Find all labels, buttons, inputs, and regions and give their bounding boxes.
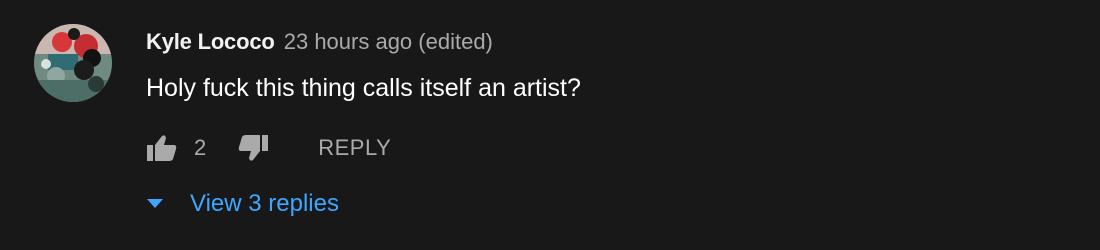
thumbs-down-icon[interactable]	[237, 132, 269, 164]
comment-thread: Kyle Lococo 23 hours ago (edited) Holy f…	[0, 0, 1100, 250]
avatar-image	[34, 24, 112, 102]
avatar[interactable]	[34, 24, 112, 102]
reply-button[interactable]: REPLY	[318, 135, 391, 161]
comment-body: Kyle Lococo 23 hours ago (edited) Holy f…	[146, 26, 1080, 105]
view-replies-label: View 3 replies	[190, 190, 339, 217]
view-replies-button[interactable]: View 3 replies	[146, 186, 339, 222]
comment-actions: 2 REPLY	[146, 130, 391, 166]
comment-timestamp[interactable]: 23 hours ago (edited)	[284, 29, 493, 54]
caret-down-icon	[146, 195, 164, 213]
like-count: 2	[194, 135, 207, 160]
author-name[interactable]: Kyle Lococo	[146, 29, 275, 54]
comment-header: Kyle Lococo 23 hours ago (edited)	[146, 26, 1080, 58]
thumbs-up-icon[interactable]	[146, 132, 178, 164]
comment-text: Holy fuck this thing calls itself an art…	[146, 74, 581, 102]
